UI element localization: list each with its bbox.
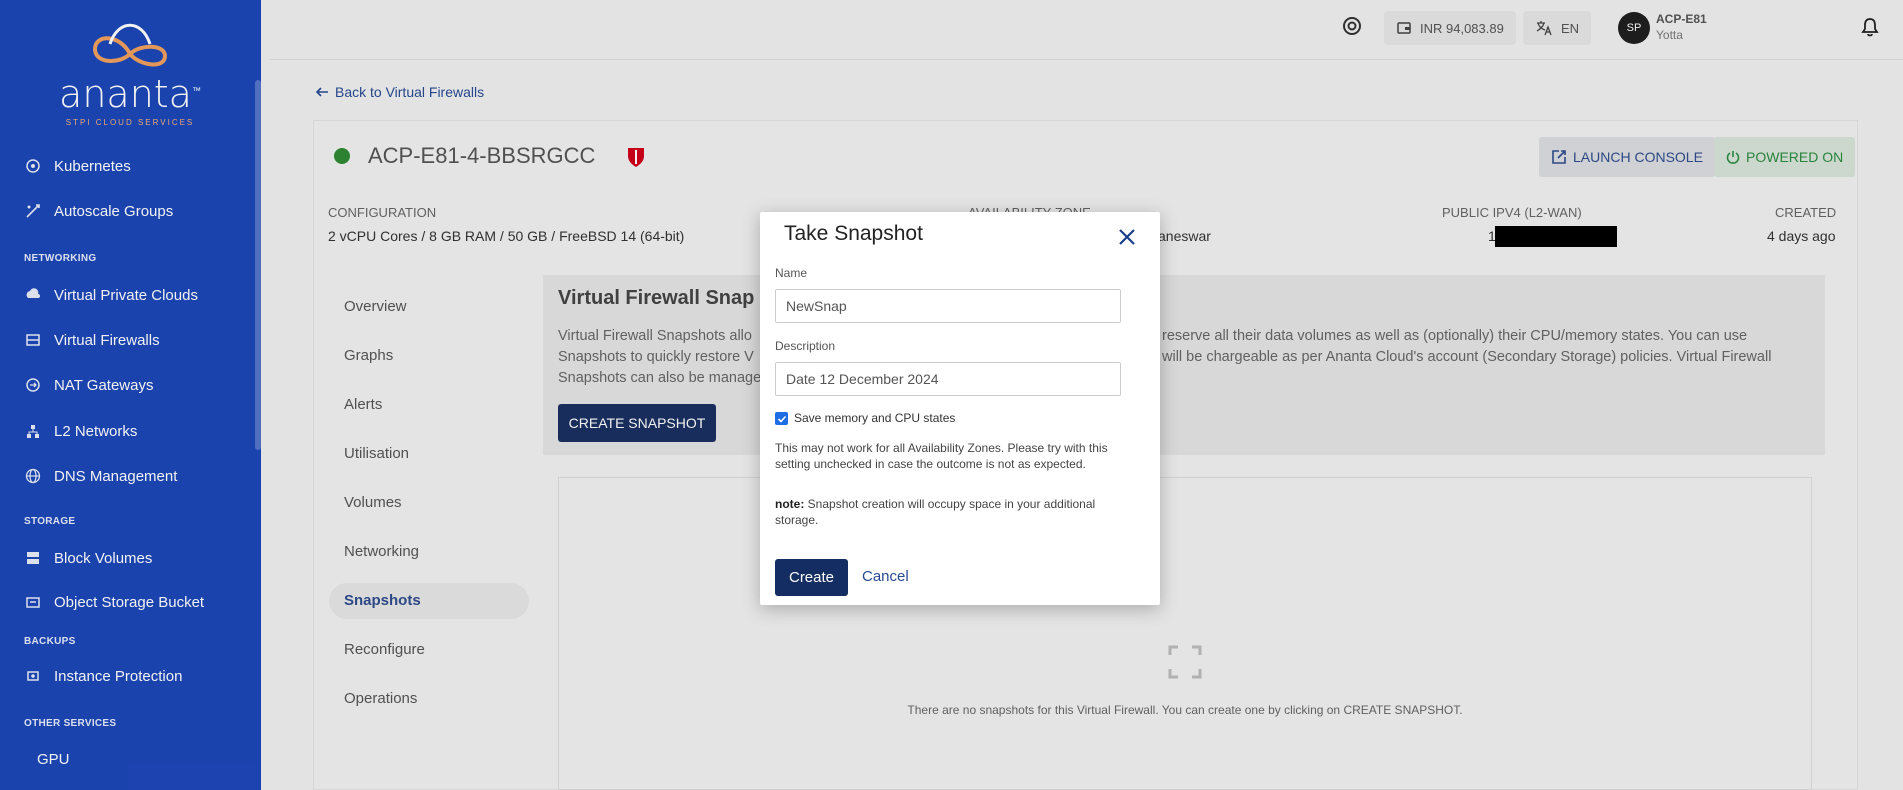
description-label: Description	[775, 339, 836, 353]
save-memory-checkbox[interactable]	[775, 412, 788, 425]
note-text: Snapshot creation will occupy space in y…	[775, 497, 1096, 527]
name-label: Name	[775, 266, 808, 280]
snapshot-description-input[interactable]	[775, 362, 1121, 396]
save-memory-label[interactable]: Save memory and CPU states	[794, 411, 955, 425]
note-prefix: note:	[775, 497, 805, 511]
storage-note: note: Snapshot creation will occupy spac…	[775, 496, 1125, 528]
checkmark-icon	[777, 415, 786, 423]
take-snapshot-dialog: Take Snapshot Name Description Save memo…	[760, 212, 1160, 605]
close-icon[interactable]	[1118, 228, 1136, 246]
create-button[interactable]: Create	[775, 559, 848, 596]
cancel-button[interactable]: Cancel	[862, 568, 909, 585]
snapshot-name-input[interactable]	[775, 289, 1121, 323]
dialog-title: Take Snapshot	[784, 222, 923, 245]
warning-note: This may not work for all Availability Z…	[775, 441, 1108, 471]
